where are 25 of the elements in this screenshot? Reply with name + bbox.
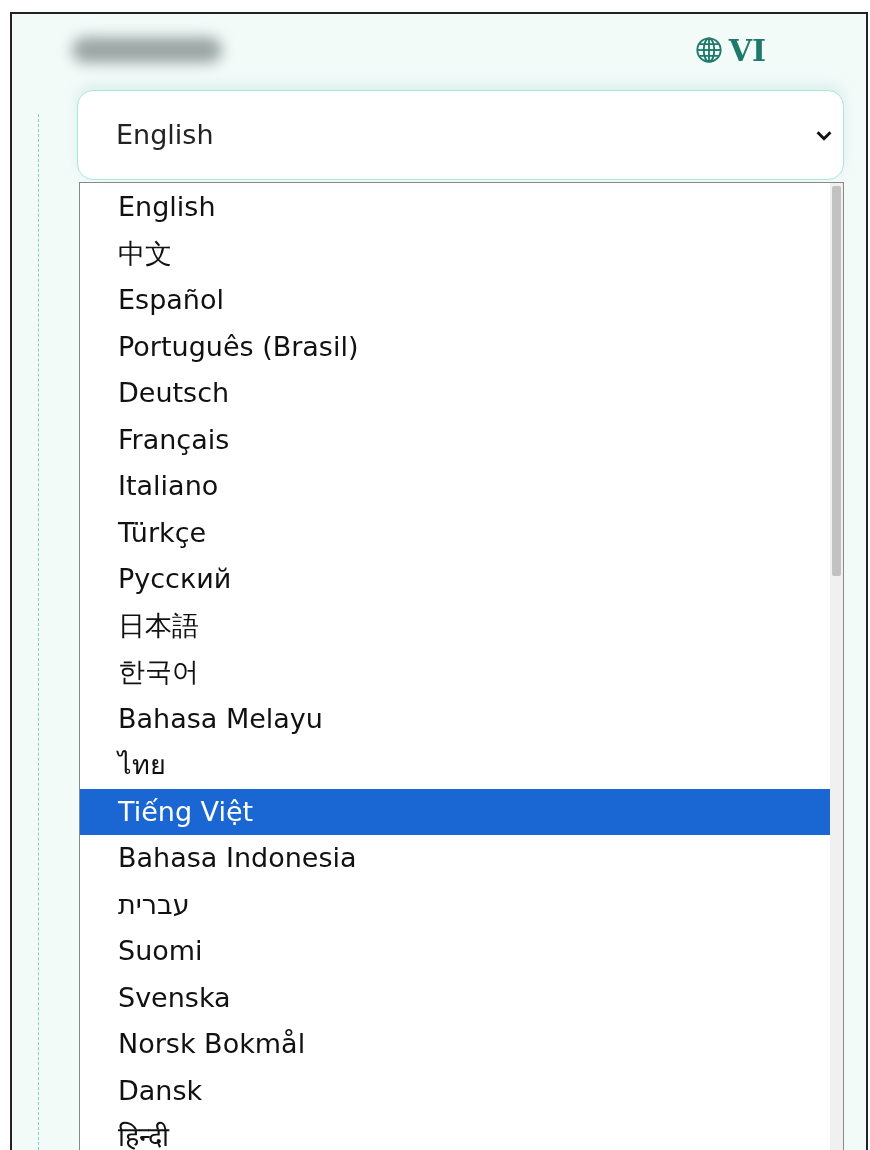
dropdown-option[interactable]: Türkçe	[80, 509, 830, 556]
dropdown-option[interactable]: Tiếng Việt	[80, 788, 830, 835]
dropdown-option[interactable]: Suomi	[80, 928, 830, 975]
dropdown-option[interactable]: Italiano	[80, 463, 830, 510]
dropdown-option[interactable]: Deutsch	[80, 370, 830, 417]
dropdown-option[interactable]: English	[80, 184, 830, 231]
dropdown-option[interactable]: 中文	[80, 230, 830, 277]
dropdown-option[interactable]: Norsk Bokmål	[80, 1021, 830, 1068]
dropdown-option[interactable]: Bahasa Melayu	[80, 695, 830, 742]
dropdown-option[interactable]: Português (Brasil)	[80, 323, 830, 370]
dropdown-option[interactable]: Svenska	[80, 974, 830, 1021]
dropdown-option[interactable]: 日本語	[80, 602, 830, 649]
dropdown-option[interactable]: Bahasa Indonesia	[80, 835, 830, 882]
dropdown-option[interactable]: Dansk	[80, 1067, 830, 1114]
scrollbar[interactable]	[830, 183, 843, 1150]
dropdown-option[interactable]: עברית	[80, 881, 830, 928]
dropdown-option[interactable]: 한국어	[80, 649, 830, 696]
language-select[interactable]: English	[77, 90, 844, 180]
dropdown-option[interactable]: Español	[80, 277, 830, 324]
dropdown-option[interactable]: ไทย	[80, 742, 830, 789]
globe-icon	[694, 36, 723, 64]
dropdown-option[interactable]: Русский	[80, 556, 830, 603]
language-link[interactable]: VI	[694, 27, 766, 73]
dropdown-option[interactable]: Français	[80, 416, 830, 463]
dropdown-option[interactable]: हिन्दी	[80, 1114, 830, 1150]
